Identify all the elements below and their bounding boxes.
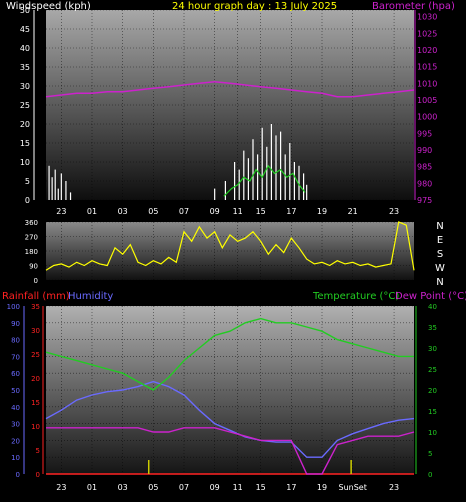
barometer-tick-label: 1015	[417, 63, 437, 72]
temperature-tick-label: 20	[428, 387, 437, 395]
temperature-tick-label: 15	[428, 408, 437, 416]
x-tick-label: 17	[286, 483, 296, 492]
windspeed-axis-title: Windspeed (kph)	[6, 1, 91, 12]
x-tick-label: 23	[56, 207, 66, 216]
rainfall-tick-label: 10	[31, 423, 40, 431]
barometer-tick-label: 1020	[417, 46, 437, 55]
x-tick-label: SunSet	[338, 483, 366, 492]
humidity-tick-label: 60	[11, 370, 20, 378]
x-tick-label: 03	[118, 207, 128, 216]
humidity-tick-label: 80	[11, 337, 20, 345]
barometer-tick-label: 1010	[417, 79, 437, 88]
weather-graph-svg: 0510152025303540455097598098599099510001…	[2, 1, 466, 492]
dewpoint-axis-title: Dew Point (°C)	[395, 291, 466, 302]
windspeed-tick-label: 0	[25, 196, 30, 205]
x-tick-label: 09	[210, 207, 220, 216]
x-tick-label: 23	[389, 483, 399, 492]
temperature-tick-label: 25	[428, 366, 437, 374]
x-tick-label: 05	[148, 483, 158, 492]
windspeed-tick-label: 10	[20, 158, 30, 167]
barometer-tick-label: 975	[417, 196, 432, 205]
x-tick-label: 23	[389, 207, 399, 216]
x-tick-label: 01	[87, 207, 97, 216]
temperature-tick-label: 40	[428, 303, 437, 311]
humidity-tick-label: 100	[7, 303, 20, 311]
barometer-tick-label: 990	[417, 146, 432, 155]
chart-title: 24 hour graph day : 13 July 2025	[172, 1, 337, 12]
temperature-tick-label: 35	[428, 324, 437, 332]
rainfall-tick-label: 20	[31, 375, 40, 383]
x-tick-label: 03	[118, 483, 128, 492]
x-tick-label: 23	[56, 483, 66, 492]
rainfall-tick-label: 30	[31, 327, 40, 335]
rainfall-tick-label: 35	[31, 303, 40, 311]
barometer-tick-label: 1030	[417, 13, 437, 22]
compass-label: E	[437, 235, 443, 246]
x-tick-label: 21	[348, 207, 358, 216]
windspeed-tick-label: 15	[20, 139, 30, 148]
windspeed-tick-label: 20	[20, 120, 30, 129]
rainfall-tick-label: 5	[36, 447, 40, 455]
windspeed-tick-label: 5	[25, 177, 30, 186]
barometer-tick-label: 980	[417, 179, 432, 188]
humidity-tick-label: 40	[11, 404, 20, 412]
direction-tick-label: 360	[25, 219, 38, 227]
rainfall-axis-title: Rainfall (mm)	[2, 291, 70, 302]
x-tick-label: 19	[317, 483, 327, 492]
x-tick-label: 07	[179, 483, 189, 492]
barometer-tick-label: 985	[417, 163, 432, 172]
x-tick-label: 15	[256, 207, 266, 216]
humidity-tick-label: 0	[16, 471, 20, 479]
humidity-tick-label: 10	[11, 454, 20, 462]
rainfall-tick-label: 0	[36, 471, 40, 479]
x-tick-label: 11	[233, 207, 243, 216]
windspeed-tick-label: 35	[20, 63, 30, 72]
rainfall-tick-label: 15	[31, 399, 40, 407]
barometer-tick-label: 1000	[417, 113, 437, 122]
temperature-tick-label: 10	[428, 429, 437, 437]
humidity-tick-label: 90	[11, 320, 20, 328]
x-tick-label: 01	[87, 483, 97, 492]
windspeed-tick-label: 40	[20, 44, 30, 53]
x-tick-label: 05	[148, 207, 158, 216]
x-tick-label: 17	[286, 207, 296, 216]
barometer-tick-label: 1025	[417, 29, 437, 38]
direction-tick-label: 180	[25, 248, 38, 256]
x-tick-label: 19	[317, 207, 327, 216]
weather-graph: 0 5 10 15 20 25 30 35 40 45 50 975 980 985 990 995 1000 1…	[0, 0, 466, 498]
compass-label: N	[436, 277, 443, 288]
windspeed-tick-label: 45	[20, 25, 30, 34]
humidity-tick-label: 30	[11, 421, 20, 429]
temperature-tick-label: 5	[428, 450, 432, 458]
x-tick-label: 15	[256, 483, 266, 492]
humidity-tick-label: 50	[11, 387, 20, 395]
x-tick-label: 07	[179, 207, 189, 216]
temperature-tick-label: 0	[428, 471, 432, 479]
windspeed-tick-label: 30	[20, 82, 30, 91]
barometer-axis-title: Barometer (hpa)	[372, 1, 455, 12]
direction-tick-label: 0	[34, 277, 38, 285]
humidity-axis-title: Humidity	[68, 291, 113, 302]
compass-label: W	[435, 263, 445, 274]
barometer-tick-label: 1005	[417, 96, 437, 105]
humidity-tick-label: 20	[11, 437, 20, 445]
direction-tick-label: 90	[29, 263, 38, 271]
temperature-tick-label: 30	[428, 345, 437, 353]
compass-label: S	[437, 249, 443, 260]
barometer-tick-label: 995	[417, 129, 432, 138]
windspeed-tick-label: 25	[20, 101, 30, 110]
direction-tick-label: 270	[25, 234, 38, 242]
humidity-tick-label: 70	[11, 353, 20, 361]
x-tick-label: 09	[210, 483, 220, 492]
compass-label: N	[436, 221, 443, 232]
x-tick-label: 11	[233, 483, 243, 492]
temperature-axis-title: Temperature (°C)	[312, 291, 399, 302]
rainfall-tick-label: 25	[31, 351, 40, 359]
